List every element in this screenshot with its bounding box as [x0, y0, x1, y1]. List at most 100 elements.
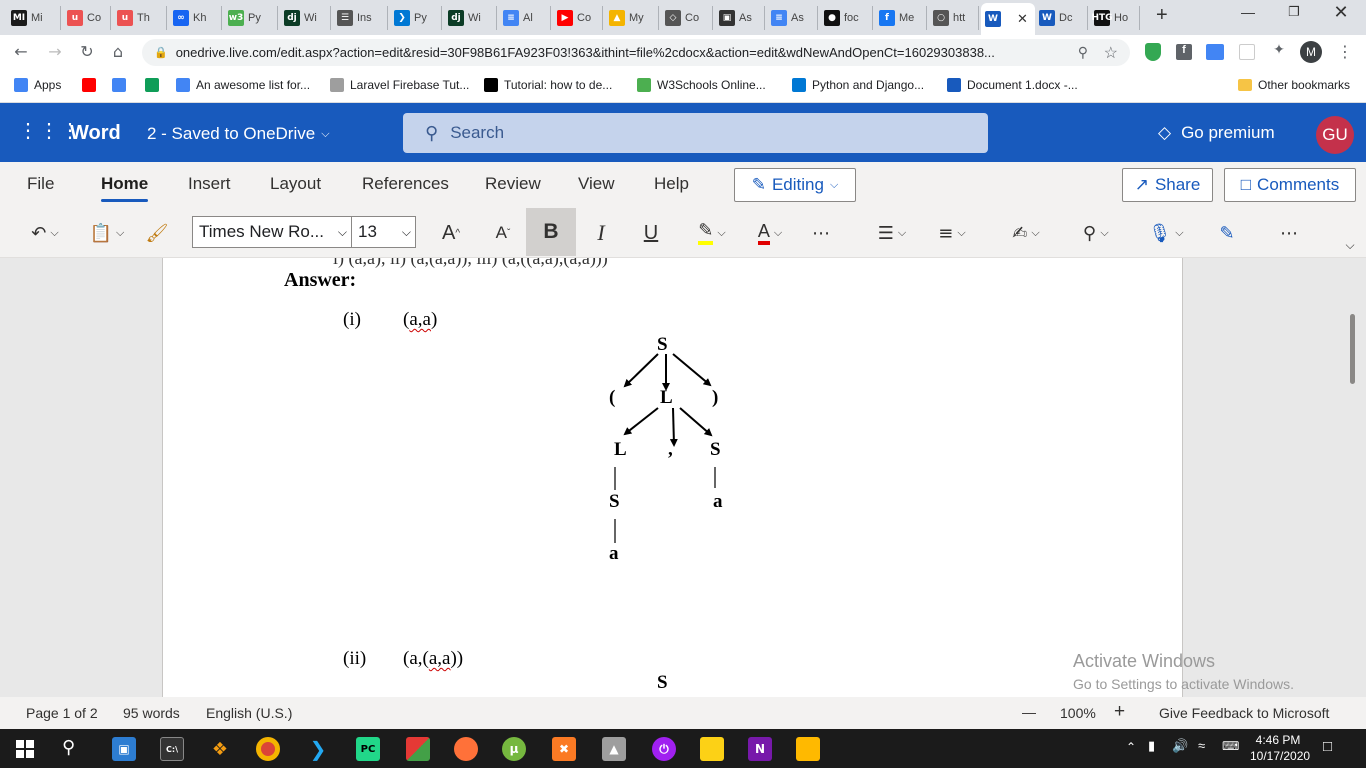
page-count[interactable]: Page 1 of 2 — [26, 705, 98, 721]
tab-help[interactable]: Help — [654, 174, 689, 194]
app-icon[interactable] — [406, 737, 430, 761]
back-arrow-icon[interactable]: ← — [10, 42, 32, 61]
undo-button[interactable]: ↶ ⌵ — [22, 218, 68, 248]
menu-dots-icon[interactable]: ⋮ — [1334, 42, 1356, 61]
home-icon[interactable]: ⌂ — [107, 42, 129, 61]
notifications-icon[interactable]: □ — [1323, 738, 1332, 755]
bookmark-item[interactable] — [82, 78, 96, 92]
browser-tab[interactable]: ◇ Co — [661, 6, 713, 30]
browser-tab[interactable]: ≡ As — [767, 6, 818, 30]
browser-tab[interactable]: ● foc — [820, 6, 873, 30]
user-avatar[interactable]: GU — [1316, 116, 1354, 154]
taskbar-app-icon[interactable]: ▣ — [112, 737, 136, 761]
bookmark-item[interactable] — [112, 78, 126, 92]
browser-tab[interactable]: ∞ Kh — [169, 6, 222, 30]
terminal-icon[interactable]: C:\ — [160, 737, 184, 761]
tab-insert[interactable]: Insert — [188, 174, 231, 194]
new-tab-icon[interactable]: + — [1156, 4, 1168, 27]
volume-icon[interactable]: 🔊 — [1172, 738, 1188, 754]
url-field[interactable]: 🔒 onedrive.live.com/edit.aspx?action=edi… — [142, 39, 1130, 66]
find-button[interactable]: ⚲ ⌵ — [1072, 218, 1120, 248]
go-premium-button[interactable]: ◇ Go premium — [1158, 123, 1275, 143]
shrink-font-icon[interactable]: Aˇ — [488, 218, 518, 248]
format-painter-icon[interactable]: 🖌 — [143, 218, 171, 248]
vertical-scrollbar[interactable] — [1350, 314, 1355, 384]
reload-icon[interactable]: ↻ — [76, 42, 98, 61]
browser-tab[interactable]: HTG Ho — [1090, 6, 1140, 30]
tab-references[interactable]: References — [362, 174, 449, 194]
bookmark-item[interactable]: Python and Django... — [792, 78, 924, 92]
tab-view[interactable]: View — [578, 174, 615, 194]
browser-tab[interactable]: dj Wi — [280, 6, 331, 30]
gitkraken-icon[interactable]: ❖ — [208, 737, 232, 761]
zoom-out-button[interactable]: — — [1022, 704, 1036, 720]
browser-tab[interactable]: ☰ Ins — [333, 6, 388, 30]
bookmark-item[interactable]: Tutorial: how to de... — [484, 78, 612, 92]
extension-icon[interactable] — [1239, 44, 1255, 60]
browser-tab[interactable]: f Me — [875, 6, 927, 30]
bookmark-item[interactable]: Apps — [14, 78, 61, 92]
browser-tab[interactable]: u Co — [63, 6, 111, 30]
styles-button[interactable]: ✍ ⌵ — [1002, 218, 1050, 248]
file-explorer-icon[interactable] — [796, 737, 820, 761]
browser-tab[interactable]: ▣ As — [715, 6, 765, 30]
bookmark-item[interactable]: An awesome list for... — [176, 78, 310, 92]
translate-extension-icon[interactable] — [1206, 44, 1224, 60]
zoom-level[interactable]: 100% — [1060, 705, 1096, 721]
bookmark-item[interactable]: Document 1.docx -... — [947, 78, 1078, 92]
editor-icon[interactable]: ✎ — [1212, 218, 1242, 248]
puzzle-icon[interactable]: ✦ — [1268, 42, 1290, 58]
document-title[interactable]: 2 - Saved to OneDrive ⌵ — [147, 124, 330, 144]
zoom-in-button[interactable]: + — [1114, 701, 1125, 723]
utorrent-icon[interactable]: µ — [502, 737, 526, 761]
bullets-button[interactable]: ☰ ⌵ — [868, 218, 916, 248]
vscode-icon[interactable]: ❯ — [306, 737, 330, 761]
minimize-icon[interactable]: — — [1225, 4, 1271, 20]
font-size-select[interactable]: 13 ⌵ — [351, 216, 416, 248]
highlight-button[interactable]: ✎ ⌵ — [688, 218, 736, 248]
browser-tab[interactable]: ○ htt — [929, 6, 979, 30]
bookmark-item[interactable] — [145, 78, 159, 92]
xampp-icon[interactable]: ✖ — [552, 737, 576, 761]
language[interactable]: English (U.S.) — [206, 705, 292, 721]
onenote-icon[interactable]: N — [748, 737, 772, 761]
font-name-select[interactable]: Times New Ro... ⌵ — [192, 216, 352, 248]
facebook-extension-icon[interactable]: f — [1176, 44, 1192, 60]
document-page[interactable]: i) (a,a), ii) (a,(a,a)), iii) (a,((a,a),… — [162, 258, 1183, 697]
bookmark-star-icon[interactable]: ☆ — [1104, 43, 1118, 63]
restore-icon[interactable]: ❐ — [1271, 4, 1317, 20]
font-color-button[interactable]: A ⌵ — [746, 218, 794, 248]
clock[interactable]: 4:46 PM 10/17/2020 — [1250, 732, 1310, 764]
browser-tab[interactable]: W Dc — [1035, 6, 1088, 30]
windows-start-icon[interactable] — [16, 740, 34, 758]
align-button[interactable]: ≡ ⌵ — [928, 218, 976, 248]
power-app-icon[interactable]: ⏻ — [652, 737, 676, 761]
tab-layout[interactable]: Layout — [270, 174, 321, 194]
photos-icon[interactable]: ▲ — [602, 737, 626, 761]
italic-button[interactable]: I — [586, 218, 616, 248]
browser-tab[interactable]: ▲ My — [605, 6, 659, 30]
browser-tab[interactable]: u Th — [113, 6, 167, 30]
close-window-icon[interactable]: ✕ — [1318, 2, 1364, 23]
other-bookmarks[interactable]: Other bookmarks — [1238, 78, 1350, 92]
profile-avatar[interactable]: M — [1300, 41, 1322, 63]
expand-ribbon-icon[interactable]: ⌵ — [1338, 230, 1362, 260]
pycharm-icon[interactable]: PC — [356, 737, 380, 761]
paste-button[interactable]: 📋 ⌵ — [84, 218, 130, 248]
keyboard-icon[interactable]: ⌨ — [1222, 739, 1239, 753]
bold-button[interactable]: B — [526, 208, 576, 256]
browser-tab[interactable]: ❯ Py — [390, 6, 442, 30]
more-options-icon[interactable]: ⋯ — [1274, 218, 1304, 248]
chrome-icon[interactable] — [256, 737, 280, 761]
underline-button[interactable]: U — [636, 218, 666, 248]
shield-extension-icon[interactable] — [1145, 43, 1161, 61]
forward-arrow-icon[interactable]: → — [44, 42, 66, 61]
dictate-button[interactable]: 🎙 ⌵ — [1142, 218, 1190, 248]
zoom-icon[interactable]: ⚲ — [1078, 44, 1088, 61]
search-box[interactable]: ⚲ Search — [403, 113, 988, 153]
browser-tab[interactable]: ≡ Al — [499, 6, 551, 30]
browser-tab[interactable]: w3 Py — [224, 6, 278, 30]
word-count[interactable]: 95 words — [123, 705, 180, 721]
comments-button[interactable]: □ Comments — [1224, 168, 1356, 202]
feedback-link[interactable]: Give Feedback to Microsoft — [1159, 705, 1329, 721]
